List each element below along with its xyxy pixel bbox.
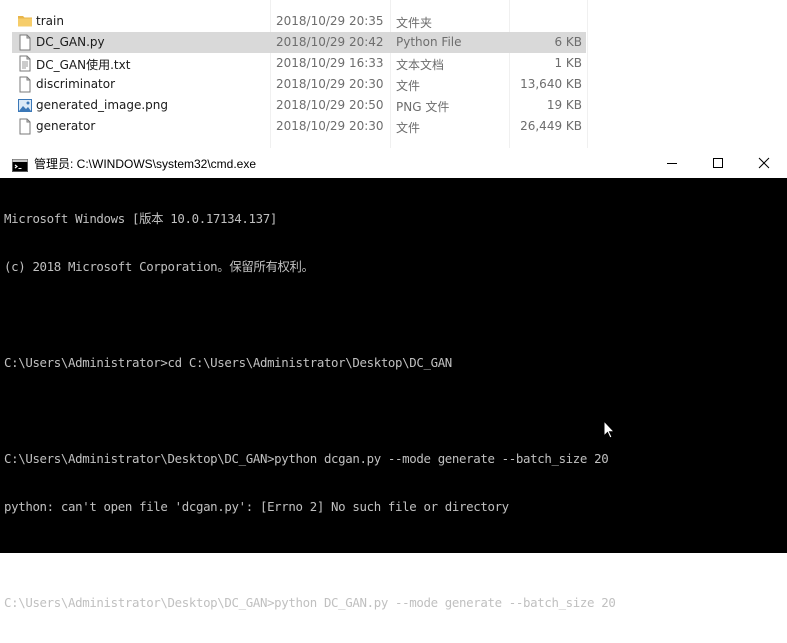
file-type: 文本文档 <box>396 58 445 72</box>
title-bar[interactable]: 管理员: C:\WINDOWS\system32\cmd.exe <box>0 148 787 178</box>
console-line: C:\Users\Administrator>cd C:\Users\Admin… <box>4 355 452 370</box>
file-type: 文件夹 <box>396 16 433 30</box>
file-row-train[interactable]: train 2018/10/29 20:35 文件夹 <box>12 11 586 32</box>
file-row-discriminator[interactable]: discriminator 2018/10/29 20:30 文件 13,640… <box>12 74 586 95</box>
maximize-icon <box>713 158 723 168</box>
console-line: C:\Users\Administrator\Desktop\DC_GAN>py… <box>4 451 609 466</box>
file-name: train <box>36 14 64 28</box>
file-size: 19 KB <box>546 98 582 112</box>
cmd-icon <box>12 157 28 172</box>
file-type: 文件 <box>396 79 421 93</box>
file-size: 1 KB <box>554 56 582 70</box>
text-file-icon <box>17 55 33 72</box>
file-icon <box>17 118 33 135</box>
file-date: 2018/10/29 20:42 <box>276 35 384 49</box>
file-row-generated-image[interactable]: generated_image.png 2018/10/29 20:50 PNG… <box>12 95 586 116</box>
console-line: C:\Users\Administrator\Desktop\DC_GAN>py… <box>4 595 616 610</box>
column-separator <box>587 0 588 148</box>
file-date: 2018/10/29 20:30 <box>276 77 384 91</box>
file-row-generator[interactable]: generator 2018/10/29 20:30 文件 26,449 KB <box>12 116 586 137</box>
file-row-dc-gan-py[interactable]: DC_GAN.py 2018/10/29 20:42 Python File 6… <box>12 32 586 53</box>
mouse-cursor-icon <box>603 419 616 439</box>
maximize-button[interactable] <box>695 148 741 178</box>
file-name: DC_GAN使用.txt <box>36 58 131 72</box>
file-date: 2018/10/29 20:30 <box>276 119 384 133</box>
file-size: 6 KB <box>554 35 582 49</box>
minimize-icon <box>667 163 677 164</box>
file-icon <box>17 34 33 51</box>
file-type: PNG 文件 <box>396 100 450 114</box>
file-size: 26,449 KB <box>520 119 582 133</box>
image-file-icon <box>17 97 33 114</box>
window-title: 管理员: C:\WINDOWS\system32\cmd.exe <box>34 157 257 171</box>
file-name: DC_GAN.py <box>36 35 105 49</box>
file-type: Python File <box>396 35 462 49</box>
file-date: 2018/10/29 16:33 <box>276 56 384 70</box>
file-size: 13,640 KB <box>520 77 582 91</box>
file-icon <box>17 76 33 93</box>
file-type: 文件 <box>396 121 421 135</box>
file-date: 2018/10/29 20:35 <box>276 14 384 28</box>
file-name: generated_image.png <box>36 98 169 112</box>
console-output[interactable]: Microsoft Windows [版本 10.0.17134.137] (c… <box>4 179 784 610</box>
console-line: (c) 2018 Microsoft Corporation。保留所有权利。 <box>4 259 314 274</box>
console-line: Microsoft Windows [版本 10.0.17134.137] <box>4 211 277 226</box>
file-name: discriminator <box>36 77 116 91</box>
console-line: python: can't open file 'dcgan.py': [Err… <box>4 499 509 514</box>
file-name: generator <box>36 119 96 133</box>
cmd-window[interactable]: 管理员: C:\WINDOWS\system32\cmd.exe Microso… <box>0 148 787 610</box>
file-explorer-list: train 2018/10/29 20:35 文件夹 DC_GAN.py 201… <box>0 0 787 148</box>
minimize-button[interactable] <box>649 148 695 178</box>
file-row-dc-gan-txt[interactable]: DC_GAN使用.txt 2018/10/29 16:33 文本文档 1 KB <box>12 53 586 74</box>
close-icon <box>758 157 770 169</box>
folder-icon <box>17 13 33 30</box>
close-button[interactable] <box>741 148 787 178</box>
file-date: 2018/10/29 20:50 <box>276 98 384 112</box>
